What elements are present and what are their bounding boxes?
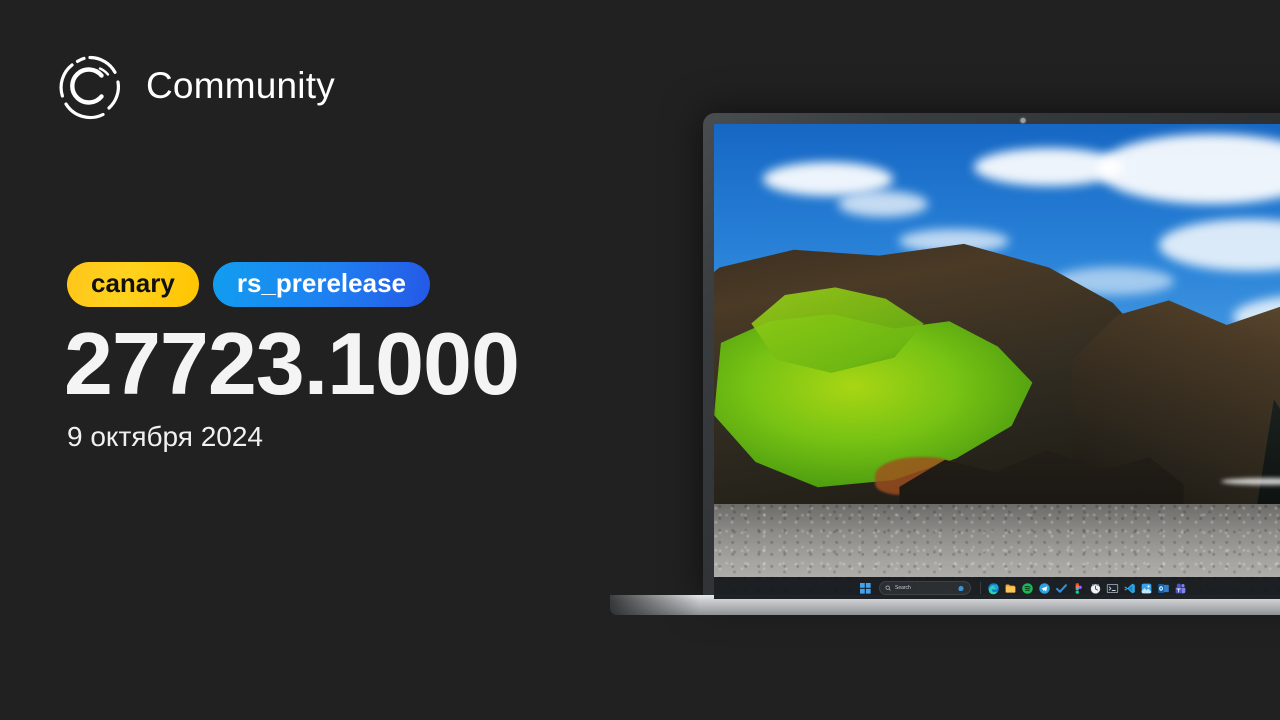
taskbar-app-telegram[interactable] (1038, 582, 1051, 595)
brand-lockup: Community (56, 52, 335, 120)
taskbar-app-to-do[interactable] (1055, 582, 1068, 595)
taskbar-separator (980, 582, 981, 594)
webcam-dot (1020, 118, 1026, 123)
taskbar-app-clock[interactable] (1089, 582, 1102, 595)
taskbar-app-teams[interactable] (1174, 582, 1187, 595)
windows-start-icon[interactable] (859, 582, 872, 595)
build-number: 27723.1000 (64, 314, 520, 413)
channel-badge[interactable]: canary (67, 262, 199, 308)
taskbar-app-terminal[interactable] (1106, 582, 1119, 595)
laptop-screen: Search for apps, settings, and documents… (714, 124, 1280, 599)
search-icon (885, 585, 891, 591)
taskbar[interactable]: Search (714, 577, 1280, 599)
cloud (837, 190, 928, 217)
taskbar-app-photos[interactable] (1140, 582, 1153, 595)
release-date: 9 октября 2024 (67, 421, 263, 452)
taskbar-app-file-explorer[interactable] (1004, 582, 1017, 595)
laptop-lid: Search for apps, settings, and documents… (703, 113, 1280, 599)
branch-badge[interactable]: rs_prerelease (212, 262, 430, 308)
brand-name: Community (146, 65, 335, 106)
taskbar-app-figma[interactable] (1072, 582, 1085, 595)
copilot-icon[interactable] (957, 584, 965, 592)
release-badges: canary rs_prerelease (67, 262, 430, 308)
taskbar-search-label: Search (895, 585, 911, 591)
slide-canvas: Community canary rs_prerelease 27723.100… (0, 0, 1280, 720)
taskbar-app-list (987, 582, 1187, 595)
taskbar-app-spotify[interactable] (1021, 582, 1034, 595)
taskbar-search[interactable]: Search (879, 581, 971, 595)
taskbar-app-outlook[interactable] (1157, 582, 1170, 595)
laptop-device: Search for apps, settings, and documents… (610, 113, 1280, 615)
taskbar-app-vs-code[interactable] (1123, 582, 1136, 595)
taskbar-app-edge[interactable] (987, 582, 1000, 595)
community-circle-c-logo (56, 52, 124, 120)
desktop-wallpaper (714, 124, 1280, 599)
